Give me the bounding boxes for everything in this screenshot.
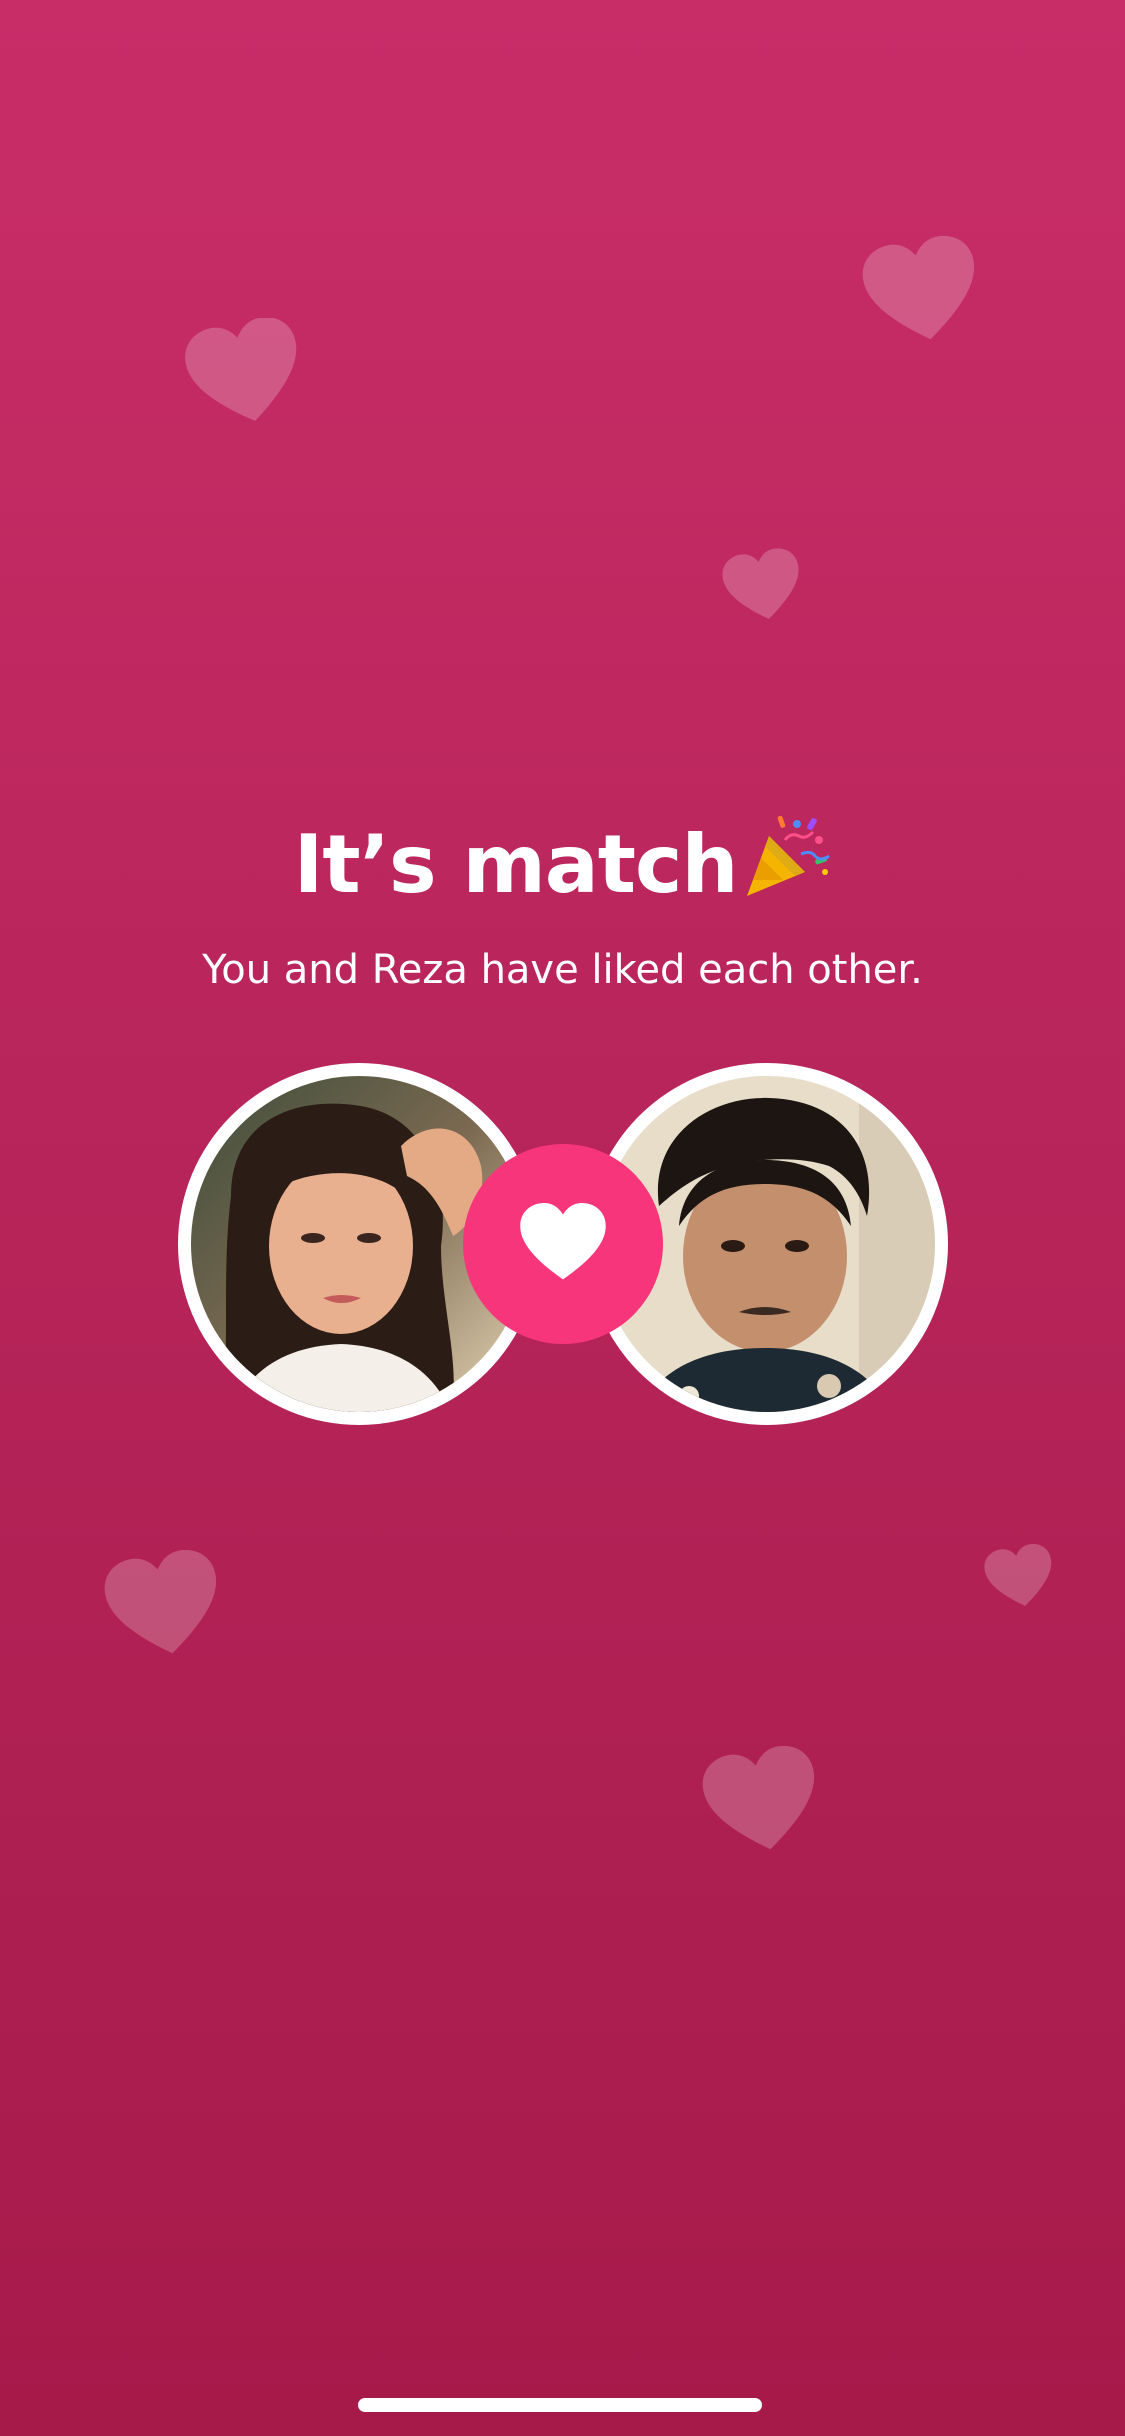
decorative-heart-icon (722, 548, 804, 624)
decorative-heart-icon (862, 236, 982, 346)
decorative-heart-icon (984, 1544, 1056, 1610)
match-subtitle: You and Reza have liked each other. (202, 947, 923, 993)
title-text: It’s match (293, 818, 739, 911)
match-heart-badge (463, 1144, 663, 1344)
decorative-heart-icon (185, 318, 305, 428)
party-popper-icon (739, 810, 831, 925)
decorative-heart-icon (104, 1550, 224, 1660)
page-title: It’s match (0, 810, 1125, 925)
home-indicator[interactable] (358, 2398, 762, 2412)
decorative-heart-icon (702, 1746, 822, 1856)
heart-icon (517, 1200, 609, 1288)
